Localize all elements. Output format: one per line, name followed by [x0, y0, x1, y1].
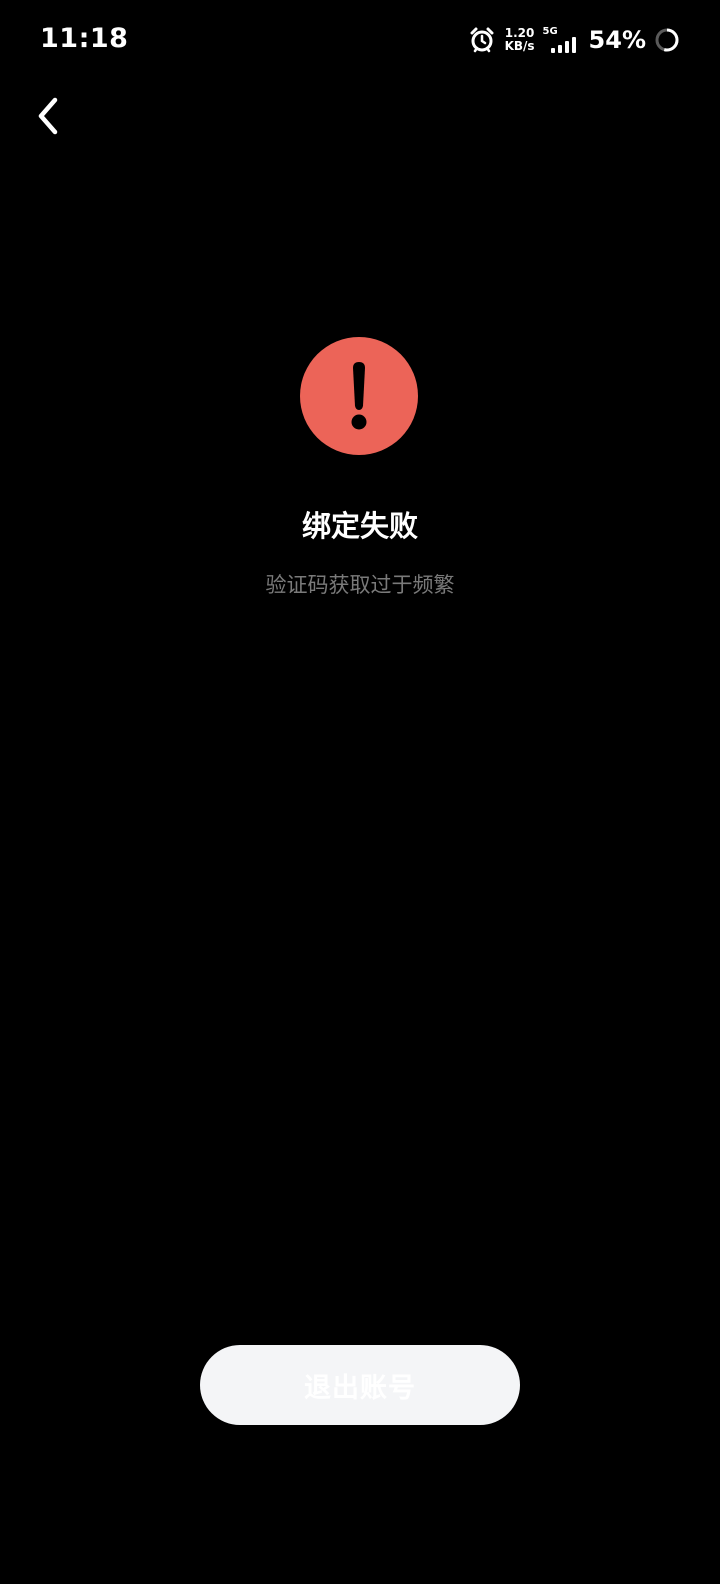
alarm-icon — [469, 27, 495, 53]
logout-button-label: 退出账号 — [304, 1372, 416, 1403]
status-time: 11:18 — [40, 23, 129, 54]
network-speed-unit: KB/s — [504, 39, 535, 53]
result-message: 验证码获取过于频繁 — [265, 573, 455, 597]
cellular-signal-icon: 5G — [543, 25, 581, 55]
status-icons: 1.20 KB/s 5G 54% — [469, 22, 680, 58]
network-speed: 1.20 KB/s — [505, 27, 535, 53]
logout-button[interactable]: 退出账号 — [200, 1345, 520, 1425]
bind-failed-screen: 11:18 1.20 KB/s 5G 54% 绑定失败 验证码获取过于频繁 退出… — [0, 0, 720, 1584]
back-button[interactable] — [26, 92, 70, 140]
battery-percentage: 54% — [588, 26, 646, 54]
status-bar: 11:18 1.20 KB/s 5G 54% — [0, 0, 720, 80]
battery-ring-icon — [654, 27, 680, 53]
exclamation-circle-icon — [299, 336, 419, 456]
chevron-left-icon — [38, 97, 58, 135]
result-title: 绑定失败 — [301, 509, 418, 543]
network-type-label: 5G — [542, 26, 558, 37]
